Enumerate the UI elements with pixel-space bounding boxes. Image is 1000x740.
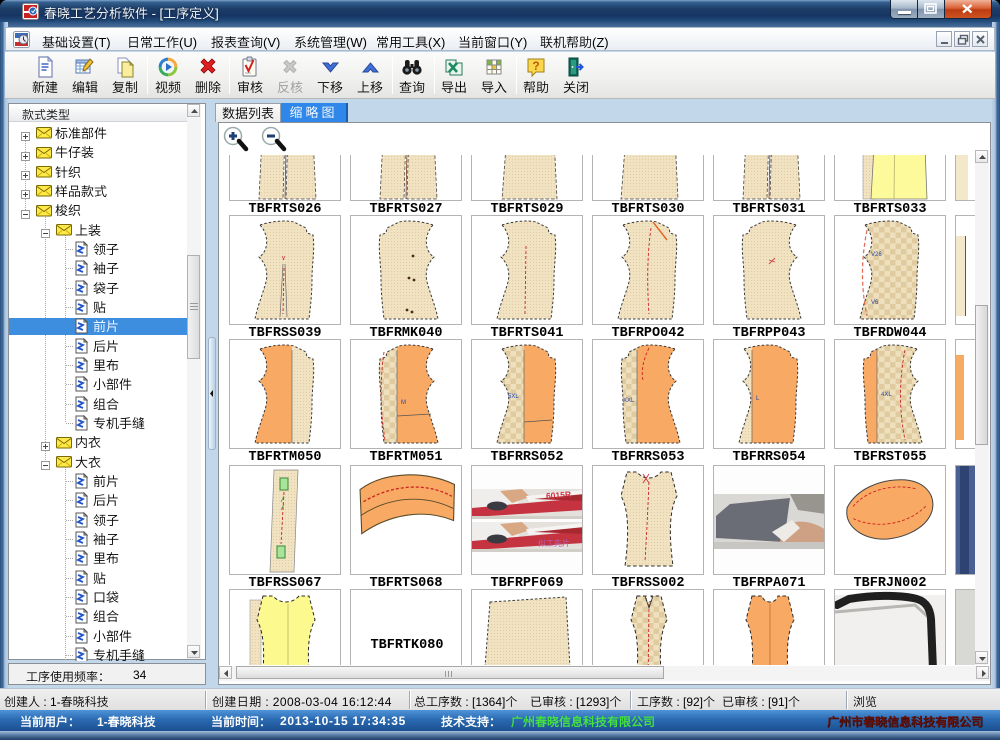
svg-text:似工先片: 似工先片 <box>538 538 570 548</box>
svg-text:M: M <box>401 400 406 406</box>
svg-text:XXL: XXL <box>623 398 635 404</box>
svg-text:V6: V6 <box>871 300 879 306</box>
svg-text:5XL: 5XL <box>508 394 519 400</box>
svg-text:6015R: 6015R <box>546 489 572 501</box>
svg-text:V26: V26 <box>871 252 882 258</box>
svg-text:?: ? <box>532 59 539 73</box>
svg-text:4XL: 4XL <box>881 392 892 398</box>
